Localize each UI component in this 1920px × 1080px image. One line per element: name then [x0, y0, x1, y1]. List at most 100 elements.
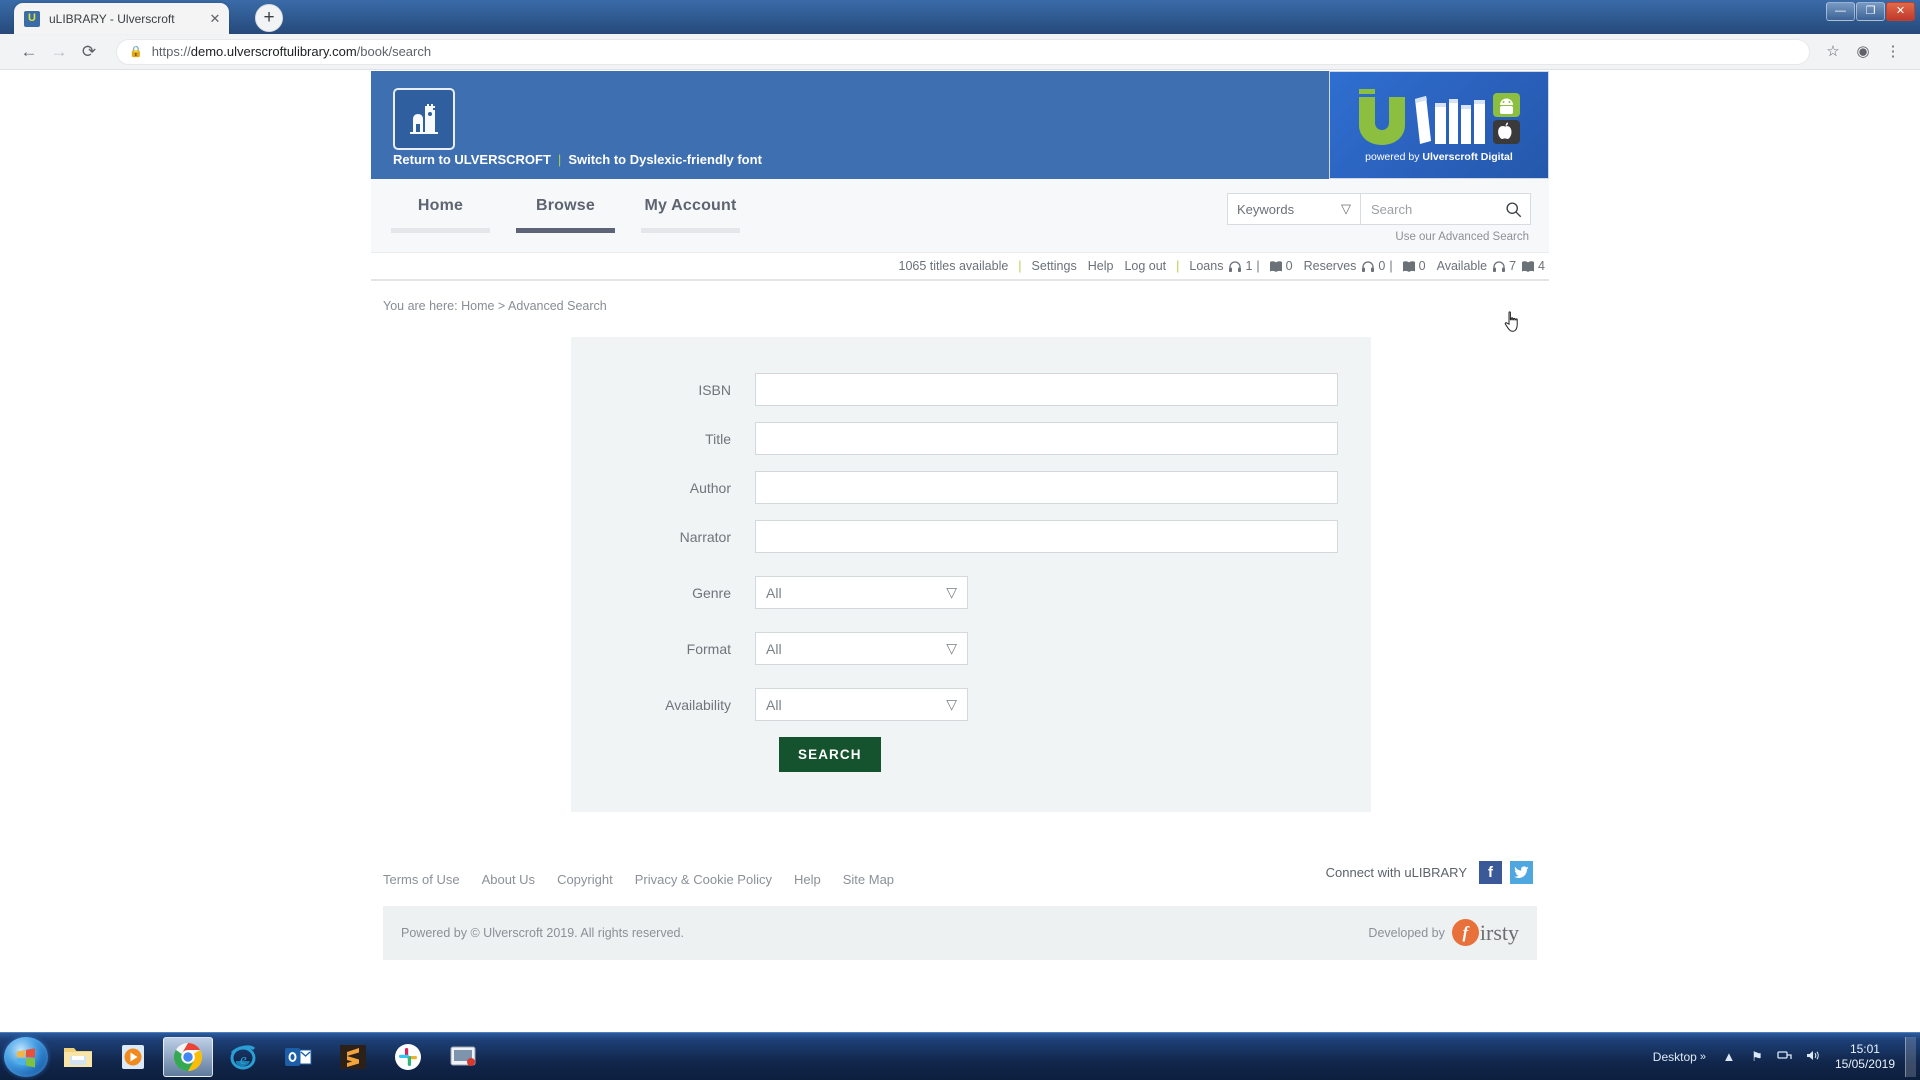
close-window-button[interactable]: ✕: [1886, 2, 1915, 21]
firsty-wordmark: irsty: [1479, 919, 1519, 945]
taskbar-outlook-icon[interactable]: [273, 1037, 323, 1077]
genre-select[interactable]: All ▽: [755, 576, 968, 609]
copyright-text: Powered by © Ulverscroft 2019. All right…: [401, 926, 684, 940]
breadcrumb-home-link[interactable]: Home: [461, 299, 494, 313]
footer-link-privacy-cookie-policy[interactable]: Privacy & Cookie Policy: [635, 872, 772, 887]
network-icon[interactable]: [1774, 1049, 1796, 1065]
loans-ebook-count: 0: [1285, 259, 1293, 273]
available-audio-count: 7: [1509, 259, 1517, 273]
taskbar-internet-explorer-icon[interactable]: e: [218, 1037, 268, 1077]
form-row-narrator: Narrator: [571, 520, 1371, 553]
search-input-placeholder: Search: [1371, 201, 1413, 217]
footer-link-copyright[interactable]: Copyright: [557, 872, 613, 887]
taskbar-screen-recorder-icon[interactable]: [438, 1037, 488, 1077]
nav-underline-browse: [516, 228, 615, 233]
narrator-input[interactable]: [755, 520, 1338, 553]
connect-label: Connect with uLIBRARY: [1325, 865, 1467, 880]
reserves-audio-count: 0: [1378, 259, 1386, 273]
reserves-label: Reserves: [1303, 259, 1357, 273]
nav-underline-my-account: [641, 228, 740, 233]
label-isbn: ISBN: [698, 381, 731, 398]
logo-tagline: powered by Ulverscroft Digital: [1365, 151, 1513, 163]
breadcrumb: You are here: Home > Advanced Search: [371, 281, 1549, 313]
address-bar[interactable]: 🔒 https://demo.ulverscroftulibrary.com/b…: [116, 38, 1810, 65]
new-tab-button[interactable]: +: [255, 4, 283, 32]
footer-link-terms-of-use[interactable]: Terms of Use: [383, 872, 460, 887]
availability-select[interactable]: All ▽: [755, 688, 968, 721]
status-divider-1: |: [1018, 259, 1022, 273]
taskbar-file-explorer-icon[interactable]: [53, 1037, 103, 1077]
footer-link-help[interactable]: Help: [794, 872, 821, 887]
search-submit-button[interactable]: SEARCH: [779, 737, 881, 772]
status-divider-2: |: [1176, 259, 1180, 273]
browser-tab[interactable]: U uLIBRARY - Ulverscroft ✕: [14, 3, 229, 34]
show-desktop-button[interactable]: [1905, 1036, 1916, 1077]
developed-by: Developed by f irsty: [1368, 919, 1519, 946]
url-domain: demo.ulverscroftulibrary.com: [190, 44, 357, 59]
reload-icon[interactable]: ⟳: [74, 37, 104, 67]
copyright-bar: Powered by © Ulverscroft 2019. All right…: [383, 906, 1537, 960]
lock-icon: 🔒: [129, 46, 143, 58]
nav-item-browse[interactable]: Browse: [508, 197, 623, 233]
profile-icon[interactable]: ◉: [1850, 39, 1876, 65]
ulibrary-logo[interactable]: powered by Ulverscroft Digital: [1329, 71, 1549, 179]
chevron-down-icon: ▽: [946, 696, 957, 712]
help-link[interactable]: Help: [1088, 259, 1114, 273]
advanced-search-link[interactable]: Use our Advanced Search: [1395, 231, 1529, 243]
label-availability: Availability: [665, 696, 731, 713]
facebook-icon[interactable]: f: [1479, 861, 1502, 884]
advanced-search-form: ISBN Title Author Narrator Genre All ▽ F…: [571, 337, 1371, 812]
form-row-genre: Genre All ▽: [571, 576, 1371, 609]
form-row-availability: Availability All ▽: [571, 688, 1371, 721]
maximize-button[interactable]: ❐: [1856, 2, 1885, 21]
dyslexic-font-link[interactable]: Switch to Dyslexic-friendly font: [568, 152, 762, 167]
label-author: Author: [689, 479, 731, 496]
twitter-icon[interactable]: [1510, 861, 1533, 884]
search-scope-select[interactable]: Keywords ▽: [1227, 193, 1361, 225]
logo-tagline-brand: Ulverscroft Digital: [1422, 151, 1513, 163]
desktop-toolbar-label[interactable]: Desktop: [1653, 1050, 1697, 1064]
back-icon[interactable]: ←: [14, 37, 44, 67]
minimize-button[interactable]: —: [1826, 2, 1855, 21]
taskbar-clock[interactable]: 15:01 15/05/2019: [1835, 1042, 1895, 1072]
url-path: /book/search: [356, 44, 432, 59]
format-select[interactable]: All ▽: [755, 632, 968, 665]
firsty-logo[interactable]: f irsty: [1451, 919, 1519, 946]
main-navigation-bar: Home Browse My Account Keywords ▽ Search…: [371, 179, 1549, 253]
tab-close-icon[interactable]: ✕: [207, 11, 223, 27]
isbn-input[interactable]: [755, 373, 1338, 406]
footer-link-site-map[interactable]: Site Map: [843, 872, 894, 887]
tab-title: uLIBRARY - Ulverscroft: [49, 11, 175, 26]
reserves-ebook-count: 0: [1418, 259, 1426, 273]
titles-available-count: 1065 titles available: [898, 259, 1009, 273]
taskbar-google-chrome-icon[interactable]: [163, 1036, 213, 1077]
overflow-chevron-icon[interactable]: »: [1700, 1051, 1706, 1063]
svg-text:e: e: [240, 1052, 247, 1068]
return-to-ulverscroft-link[interactable]: Return to ULVERSCROFT: [393, 152, 551, 167]
clock-time: 15:01: [1849, 1041, 1880, 1056]
bookmark-star-icon[interactable]: ☆: [1820, 39, 1846, 65]
headphones-icon: [1362, 260, 1375, 272]
show-hidden-icons-icon[interactable]: ▲: [1718, 1049, 1740, 1064]
chrome-menu-icon[interactable]: ⋮: [1880, 39, 1906, 65]
book-icon: [1522, 260, 1535, 272]
logout-link[interactable]: Log out: [1124, 259, 1166, 273]
footer-link-about-us[interactable]: About Us: [482, 872, 535, 887]
forward-icon[interactable]: →: [44, 37, 74, 67]
taskbar-media-player-icon[interactable]: [108, 1037, 158, 1077]
author-input[interactable]: [755, 471, 1338, 504]
volume-icon[interactable]: [1802, 1049, 1824, 1065]
action-center-flag-icon[interactable]: ⚑: [1746, 1049, 1768, 1065]
settings-link[interactable]: Settings: [1032, 259, 1077, 273]
headphones-icon: [1229, 260, 1242, 272]
nav-item-home[interactable]: Home: [383, 197, 498, 233]
title-input[interactable]: [755, 422, 1338, 455]
taskbar-sublime-text-icon[interactable]: [328, 1037, 378, 1077]
ulverscroft-crest-icon[interactable]: [393, 88, 455, 150]
window-controls: — ❐ ✕: [1826, 2, 1915, 21]
taskbar-slack-icon[interactable]: [383, 1037, 433, 1077]
nav-item-my-account[interactable]: My Account: [633, 197, 748, 233]
start-button[interactable]: [4, 1036, 48, 1077]
search-input[interactable]: Search: [1361, 193, 1531, 225]
page-viewport: Return to ULVERSCROFT | Switch to Dyslexic…: [0, 71, 1920, 1032]
